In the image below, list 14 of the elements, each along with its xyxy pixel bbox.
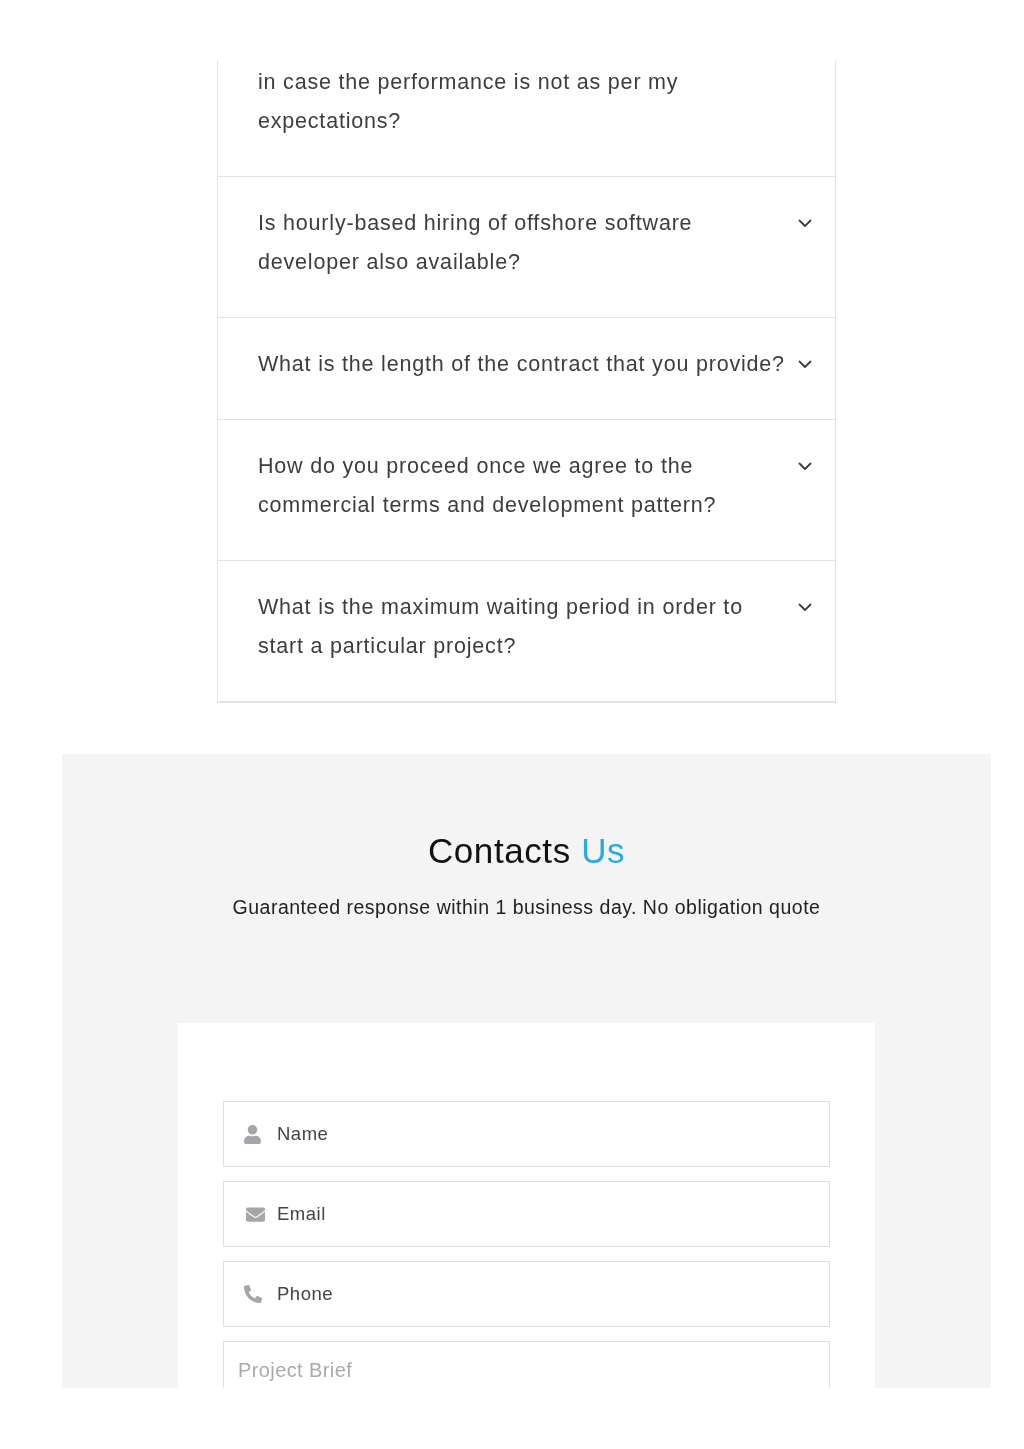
faq-item[interactable]: What is the maximum waiting period in order to start a particular project? bbox=[218, 560, 835, 701]
section-subtitle: Guaranteed response within 1 business day. No obligation quote bbox=[231, 895, 822, 919]
email-field[interactable]: Email bbox=[223, 1181, 830, 1247]
name-field[interactable]: Name bbox=[223, 1101, 830, 1167]
phone-field[interactable]: Phone bbox=[223, 1261, 830, 1327]
faq-item[interactable]: Is hourly-based hiring of offshore software developer also available? bbox=[218, 176, 835, 317]
faq-item[interactable]: How do you proceed once we agree to the commercial terms and development pattern? bbox=[218, 419, 835, 560]
faq-question[interactable]: in case the performance is not as per my expectations? bbox=[258, 63, 792, 141]
section-title: Contacts Us bbox=[426, 830, 627, 872]
phone-icon bbox=[244, 1285, 262, 1303]
project-brief-field[interactable]: Project Brief bbox=[223, 1341, 830, 1388]
email-icon bbox=[244, 1204, 267, 1224]
user-icon bbox=[244, 1124, 261, 1144]
faq-item[interactable]: What is the length of the contract that you provide? bbox=[218, 317, 835, 419]
